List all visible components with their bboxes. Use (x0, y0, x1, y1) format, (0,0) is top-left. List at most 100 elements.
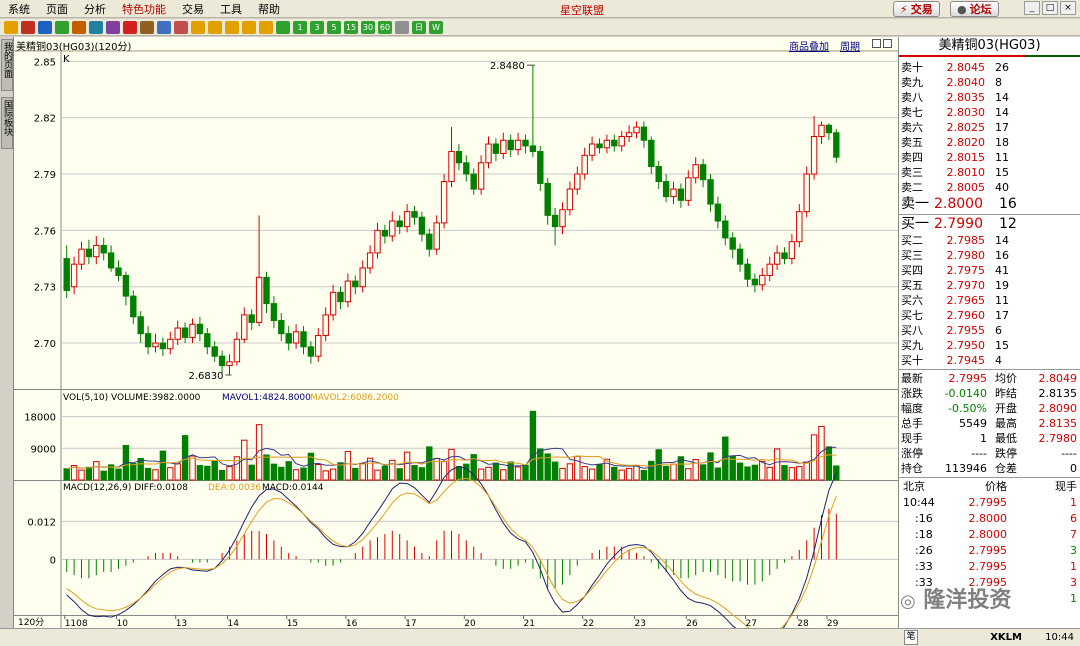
home-icon[interactable] (21, 20, 35, 34)
ask-row[interactable]: 卖四 2.8015 11 (901, 150, 1079, 165)
f5-tool-icon[interactable] (259, 20, 273, 34)
bid-price: 2.7965 (946, 294, 986, 307)
menu-tools[interactable]: 工具 (212, 1, 250, 17)
minimize-icon[interactable]: _ (1024, 1, 1040, 15)
ask-row[interactable]: 卖九 2.8040 8 (901, 75, 1079, 90)
bid-row[interactable]: 买八 2.7955 6 (901, 323, 1079, 338)
bid-volume: 4 (995, 354, 1002, 367)
ask-row[interactable]: 卖三 2.8010 15 (901, 165, 1079, 180)
menu-system[interactable]: 系统 (0, 1, 38, 17)
f2-tool-icon[interactable] (208, 20, 222, 34)
f1-tool-icon[interactable] (191, 20, 205, 34)
bid-row[interactable]: 买七 2.7960 17 (901, 308, 1079, 323)
stat-label: 现手 (901, 432, 923, 445)
ask-row[interactable]: 卖六 2.8025 17 (901, 120, 1079, 135)
chart-area[interactable]: 2.85 2.82 2.79 2.76 2.73 2.70 K 2.8480 2.6830 180… (14, 52, 898, 628)
volume-bar (137, 458, 144, 481)
bid-price: 2.7970 (946, 279, 986, 292)
bid-row[interactable]: 买十 2.7945 4 (901, 353, 1079, 368)
candle-body (640, 126, 648, 141)
f14-tool-icon[interactable]: 日 (412, 20, 426, 34)
f4-tool-icon[interactable] (242, 20, 256, 34)
menu-analysis[interactable]: 分析 (76, 1, 114, 17)
candle-body (596, 143, 603, 149)
f12-tool-icon[interactable]: 60 (378, 20, 392, 34)
tick-price: 2.7995 (968, 560, 1008, 573)
candle-body (707, 179, 714, 205)
table-icon[interactable] (157, 20, 171, 34)
zoom-out-icon[interactable] (883, 39, 892, 48)
candle-body (233, 338, 241, 363)
menu-features[interactable]: 特色功能 (114, 1, 174, 17)
candlestick-chart[interactable]: 2.85 2.82 2.79 2.76 2.73 2.70 K 2.8480 2.6830 180… (14, 52, 898, 628)
bid-row[interactable]: 买二 2.7985 14 (901, 233, 1079, 248)
zoom-in-icon[interactable] (872, 39, 881, 48)
x-tick-label: 23 (635, 619, 646, 628)
tab-international[interactable]: 国际板块 (1, 97, 13, 149)
bid-row[interactable]: 买四 2.7975 41 (901, 263, 1079, 278)
menu-trade[interactable]: 交易 (174, 1, 212, 17)
ask-row[interactable]: 卖一 2.8000 16 (901, 195, 1079, 213)
menu-help[interactable]: 帮助 (250, 1, 288, 17)
alert-icon[interactable] (123, 20, 137, 34)
bid-row[interactable]: 买九 2.7950 15 (901, 338, 1079, 353)
back-icon[interactable] (4, 20, 18, 34)
candle-body (403, 211, 411, 228)
ask-row[interactable]: 卖十 2.8045 26 (901, 60, 1079, 75)
pen-icon[interactable] (106, 20, 120, 34)
window-controls: _ □ × (1024, 1, 1076, 15)
stat-value: -0.0140 (944, 387, 987, 400)
stat-value: 113946 (945, 462, 987, 475)
bid-row[interactable]: 买三 2.7980 16 (901, 248, 1079, 263)
wechat-icon: ◎ (900, 591, 916, 612)
chart-icon[interactable] (89, 20, 103, 34)
volume-bar (426, 446, 433, 481)
ask-level-label: 卖九 (901, 76, 923, 89)
x-tick-label: 1108 (65, 619, 88, 628)
f11-tool-icon[interactable]: 30 (361, 20, 375, 34)
close-icon[interactable]: × (1060, 1, 1076, 15)
f6-tool-icon[interactable] (276, 20, 290, 34)
ticks-header-city: 北京 (903, 480, 925, 493)
bid-row[interactable]: 买六 2.7965 11 (901, 293, 1079, 308)
refresh-icon[interactable] (55, 20, 69, 34)
candle-body (122, 274, 130, 297)
ask-price: 2.8020 (946, 136, 986, 149)
period-link[interactable]: 周期 (840, 38, 860, 53)
ask-row[interactable]: 卖八 2.8035 14 (901, 90, 1079, 105)
f8-tool-icon[interactable]: 3 (310, 20, 324, 34)
volume-bar (500, 469, 507, 481)
f10-tool-icon[interactable]: 15 (344, 20, 358, 34)
bid-row[interactable]: 买五 2.7970 19 (901, 278, 1079, 293)
stat-value: ---- (1061, 447, 1077, 460)
ask-row[interactable]: 卖二 2.8005 40 (901, 180, 1079, 195)
f9-tool-icon[interactable]: 5 (327, 20, 341, 34)
bid-row[interactable]: 买一 2.7990 12 (901, 215, 1079, 233)
f13-tool-icon[interactable] (395, 20, 409, 34)
ask-row[interactable]: 卖七 2.8030 14 (901, 105, 1079, 120)
bid-volume: 12 (999, 216, 1017, 232)
forum-button[interactable]: ● 论坛 (950, 1, 999, 17)
candle-body (226, 361, 233, 367)
volume-bar (788, 467, 796, 481)
volume-bar (418, 467, 426, 481)
candle-body (744, 263, 751, 280)
volume-bar (115, 468, 122, 481)
f3-tool-icon[interactable] (225, 20, 239, 34)
ask-row[interactable]: 卖五 2.8020 18 (901, 135, 1079, 150)
f15-tool-icon[interactable]: W (429, 20, 443, 34)
tick-tab[interactable]: 笔 (904, 630, 918, 645)
overlay-link[interactable]: 商品叠加 (789, 38, 829, 53)
bid-level-label: 买五 (901, 279, 923, 292)
maximize-icon[interactable]: □ (1042, 1, 1058, 15)
trade-button[interactable]: ⚡ 交易 (893, 1, 940, 17)
volume-header: VOL(5,10) VOLUME:3982.0000 (63, 393, 201, 403)
f7-tool-icon[interactable]: 1 (293, 20, 307, 34)
tab-my-pages[interactable]: 我的页面 (1, 39, 13, 91)
zoom-icon[interactable] (72, 20, 86, 34)
compare-icon[interactable] (174, 20, 188, 34)
menu-page[interactable]: 页面 (38, 1, 76, 17)
bid-price: 2.7985 (946, 234, 986, 247)
filter-icon[interactable] (140, 20, 154, 34)
quote-icon[interactable] (38, 20, 52, 34)
